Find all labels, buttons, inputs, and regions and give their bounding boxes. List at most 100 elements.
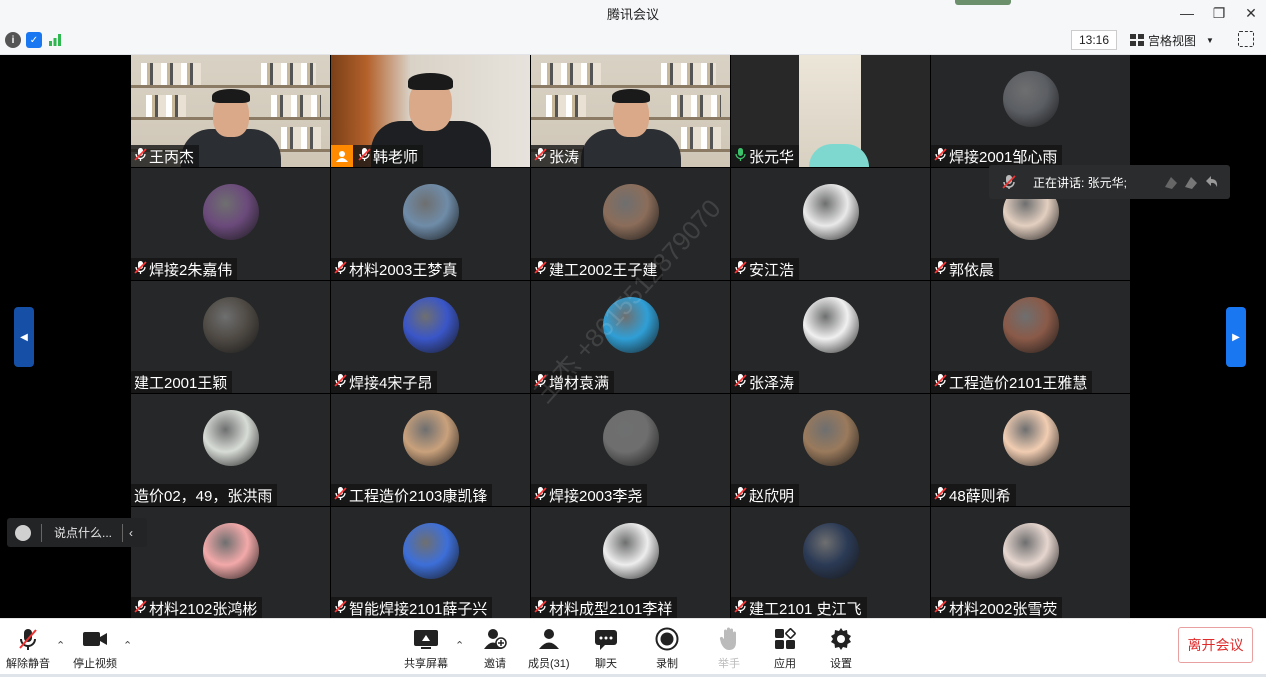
- participant-name-tag: 赵欣明: [731, 484, 800, 506]
- avatar: [1002, 523, 1059, 579]
- stop-video-label: 停止视频: [73, 658, 117, 670]
- avatar: [1002, 297, 1059, 353]
- muted-mic-icon: [134, 260, 147, 279]
- title-bar: 腾讯会议 — ❐ ✕: [0, 0, 1266, 26]
- view-mode-select[interactable]: 宫格视图 ▼: [1130, 30, 1226, 50]
- video-stage: 王丙杰 韩老师 张涛 张元华 焊接2001邹心雨 焊接2朱嘉伟 材料2003王梦真 建工200…: [0, 55, 1266, 619]
- participant-name: 材料2003王梦真: [349, 261, 458, 279]
- hand-icon: [719, 627, 736, 650]
- apps-button[interactable]: 应用: [772, 627, 798, 671]
- hand-icon[interactable]: [1182, 173, 1200, 191]
- speaking-text: 正在讲话: 张元华;: [1033, 175, 1128, 190]
- participant-name-tag: 材料2102张鸿彬: [131, 597, 263, 619]
- participant-tile[interactable]: 48薛则希: [931, 394, 1130, 506]
- hand-icon[interactable]: [1162, 173, 1180, 191]
- participant-tile[interactable]: 王丙杰: [131, 55, 330, 167]
- muted-mic-icon: [734, 373, 747, 392]
- participant-name: 安江浩: [749, 261, 795, 279]
- undo-icon[interactable]: [1202, 173, 1220, 191]
- leave-meeting-button[interactable]: 离开会议: [1178, 627, 1253, 663]
- chevron-up-icon[interactable]: ⌃: [123, 639, 132, 652]
- participant-name-tag: 张涛: [531, 145, 585, 167]
- participant-tile[interactable]: 建工2101 史江飞: [731, 507, 930, 619]
- participant-tile[interactable]: 张泽涛: [731, 281, 930, 393]
- next-page-button[interactable]: ▶: [1226, 307, 1246, 367]
- stop-video-button[interactable]: 停止视频: [73, 627, 117, 671]
- participant-tile[interactable]: 焊接2朱嘉伟: [131, 168, 330, 280]
- avatar: [1002, 71, 1059, 127]
- participant-tile[interactable]: 安江浩: [731, 168, 930, 280]
- signal-icon[interactable]: [47, 32, 63, 48]
- participant-tile[interactable]: 张元华: [731, 55, 930, 167]
- participant-tile[interactable]: 工程造价2103康凯锋: [331, 394, 530, 506]
- participant-name-tag: 材料成型2101李祥: [531, 597, 678, 619]
- unmute-button[interactable]: 解除静音: [6, 627, 50, 671]
- fullscreen-icon[interactable]: [1238, 31, 1254, 47]
- restore-icon[interactable]: ❐: [1210, 5, 1228, 22]
- participant-name-tag: 增材袁满: [531, 371, 615, 393]
- participant-tile[interactable]: 韩老师: [331, 55, 530, 167]
- settings-button[interactable]: 设置: [828, 627, 854, 671]
- participant-name: 智能焊接2101薛子兴: [349, 600, 488, 618]
- participant-tile[interactable]: 焊接4宋子昂: [331, 281, 530, 393]
- participant-name: 郭依晨: [949, 261, 995, 279]
- bottom-toolbar: 解除静音 ⌃ 停止视频 ⌃ 共享屏幕 ⌃ 邀请 成员(31) 聊天 录制 举手 …: [0, 618, 1266, 677]
- info-bar: i ✓ 13:16 宫格视图 ▼: [0, 26, 1266, 55]
- participant-name: 建工2101 史江飞: [749, 600, 862, 618]
- participant-tile[interactable]: 焊接2003李尧: [531, 394, 730, 506]
- avatar: [602, 297, 659, 353]
- chevron-right-icon: ▶: [1232, 331, 1240, 343]
- chat-input-bar[interactable]: 说点什么... ‹: [7, 518, 147, 547]
- participant-tile[interactable]: 材料成型2101李祥: [531, 507, 730, 619]
- participant-tile[interactable]: 建工2002王子建: [531, 168, 730, 280]
- participant-name-tag: 材料2003王梦真: [331, 258, 463, 280]
- collapse-chat-icon[interactable]: ‹: [129, 526, 133, 540]
- share-screen-button[interactable]: 共享屏幕: [404, 627, 448, 671]
- members-button[interactable]: 成员(31): [528, 627, 570, 671]
- participant-tile[interactable]: 造价02，49，张洪雨: [131, 394, 330, 506]
- invite-button[interactable]: 邀请: [482, 627, 508, 671]
- avatar: [402, 184, 459, 240]
- chat-input[interactable]: 说点什么...: [54, 524, 112, 541]
- minimize-icon[interactable]: —: [1178, 5, 1196, 21]
- meeting-window: 腾讯会议 — ❐ ✕ i ✓ 13:16 宫格视图 ▼ 王丙杰 韩老师 张涛 张元华焊…: [0, 0, 1266, 677]
- shield-icon[interactable]: ✓: [26, 32, 42, 48]
- muted-mic-icon: [934, 599, 947, 618]
- participant-name: 焊接2朱嘉伟: [149, 261, 233, 279]
- participant-name: 建工2002王子建: [549, 261, 658, 279]
- divider: [122, 523, 124, 542]
- grid-view-icon: [1130, 34, 1144, 46]
- participant-tile[interactable]: 建工2001王颖: [131, 281, 330, 393]
- participant-name: 48薛则希: [949, 487, 1011, 505]
- drag-handle[interactable]: [955, 0, 1011, 5]
- muted-mic-icon: [934, 373, 947, 392]
- participant-name-tag: 建工2002王子建: [531, 258, 663, 280]
- participant-tile[interactable]: 增材袁满: [531, 281, 730, 393]
- participant-tile[interactable]: 材料2102张鸿彬: [131, 507, 330, 619]
- participant-name-tag: 安江浩: [731, 258, 800, 280]
- participant-name: 材料2102张鸿彬: [149, 600, 258, 618]
- emoji-icon[interactable]: [15, 524, 31, 541]
- chevron-up-icon[interactable]: ⌃: [455, 639, 464, 652]
- participant-tile[interactable]: 智能焊接2101薛子兴: [331, 507, 530, 619]
- record-button[interactable]: 录制: [654, 627, 680, 671]
- participant-name: 材料成型2101李祥: [549, 600, 673, 618]
- participant-tile[interactable]: 焊接2001邹心雨: [931, 55, 1130, 167]
- prev-page-button[interactable]: ◀: [14, 307, 34, 367]
- chevron-up-icon[interactable]: ⌃: [56, 639, 65, 652]
- avatar: [602, 523, 659, 579]
- chevron-down-icon: ▼: [1206, 35, 1214, 45]
- close-icon[interactable]: ✕: [1242, 5, 1260, 22]
- settings-label: 设置: [830, 658, 852, 670]
- raise-hand-label: 举手: [718, 658, 740, 670]
- chat-button[interactable]: 聊天: [593, 627, 619, 671]
- participant-tile[interactable]: 材料2002张雪荧: [931, 507, 1130, 619]
- participant-tile[interactable]: 材料2003王梦真: [331, 168, 530, 280]
- info-icon[interactable]: i: [5, 32, 21, 48]
- participant-tile[interactable]: 张涛: [531, 55, 730, 167]
- raise-hand-button[interactable]: 举手: [716, 627, 742, 671]
- participant-name: 焊接2001邹心雨: [949, 148, 1058, 166]
- window-controls: — ❐ ✕: [1178, 0, 1260, 26]
- participant-tile[interactable]: 赵欣明: [731, 394, 930, 506]
- participant-tile[interactable]: 工程造价2101王雅慧: [931, 281, 1130, 393]
